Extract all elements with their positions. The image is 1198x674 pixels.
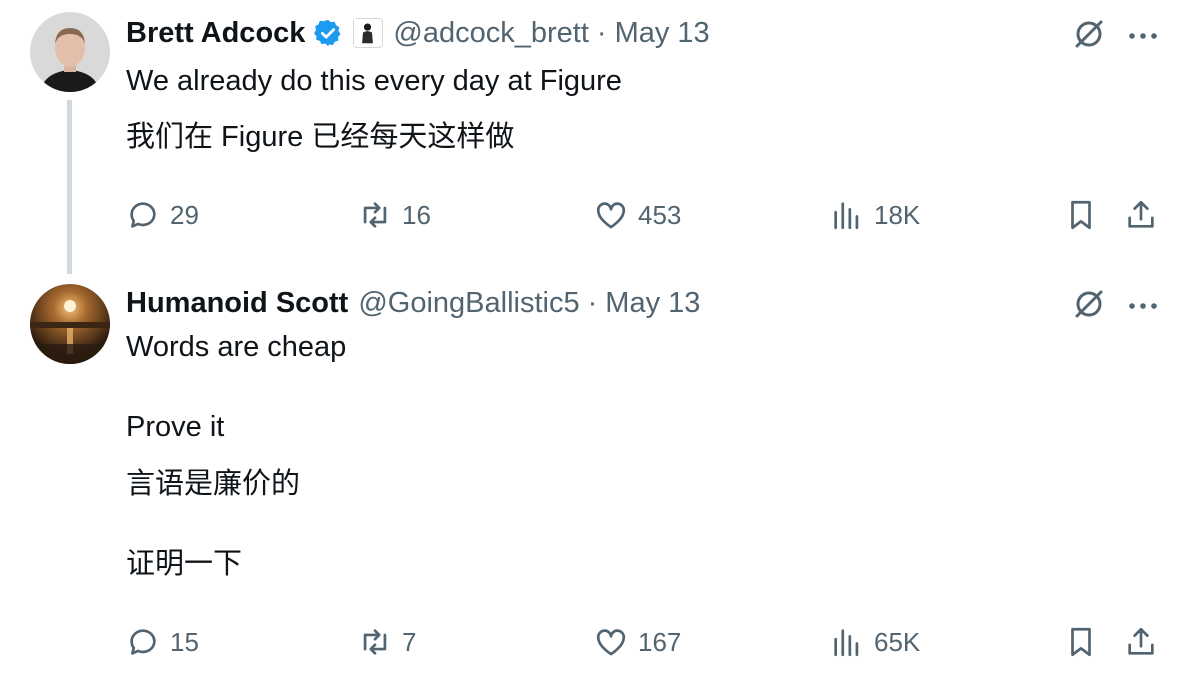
views-button[interactable]: 65K bbox=[830, 625, 920, 659]
bookmark-icon bbox=[1071, 627, 1091, 657]
tweet-header: Humanoid Scott @GoingBallistic5 · May 13 bbox=[126, 283, 700, 323]
tweet-text-line: We already do this every day at Figure bbox=[126, 65, 622, 97]
verified-badge-icon bbox=[313, 18, 343, 48]
tweet-date[interactable]: May 13 bbox=[615, 17, 710, 50]
share-icon bbox=[1128, 627, 1154, 655]
views-icon bbox=[834, 629, 859, 657]
bookmark-button[interactable] bbox=[1064, 625, 1098, 659]
like-icon bbox=[596, 629, 626, 656]
views-icon bbox=[834, 202, 859, 230]
like-icon bbox=[596, 202, 626, 229]
tweet[interactable]: Humanoid Scott @GoingBallistic5 · May 13… bbox=[0, 274, 1198, 674]
like-count: 453 bbox=[638, 199, 682, 230]
repost-button[interactable]: 16 bbox=[358, 198, 431, 232]
affiliate-badge-icon[interactable] bbox=[353, 18, 384, 48]
tweet-top-icons bbox=[1072, 17, 1158, 56]
avatar[interactable] bbox=[30, 12, 110, 92]
share-button[interactable] bbox=[1124, 198, 1158, 232]
like-button[interactable]: 453 bbox=[594, 198, 681, 232]
separator-dot: · bbox=[596, 16, 607, 49]
tweet-top-icons bbox=[1072, 287, 1158, 326]
avatar[interactable] bbox=[30, 284, 110, 364]
tweet-text-line: Prove it bbox=[126, 411, 225, 443]
author-name[interactable]: Humanoid Scott bbox=[126, 287, 348, 320]
tweet-text-line: 证明一下 bbox=[126, 548, 243, 580]
bookmark-button[interactable] bbox=[1064, 198, 1098, 232]
more-icon[interactable] bbox=[1128, 298, 1158, 316]
like-button[interactable]: 167 bbox=[594, 625, 681, 659]
reply-count: 15 bbox=[170, 626, 199, 657]
reply-button[interactable]: 15 bbox=[126, 625, 199, 659]
tweet-actions: 15 7 167 65K bbox=[126, 625, 1166, 665]
repost-button[interactable]: 7 bbox=[358, 625, 416, 659]
more-icon[interactable] bbox=[1128, 28, 1158, 46]
share-icon bbox=[1128, 200, 1154, 228]
repost-count: 7 bbox=[402, 626, 417, 657]
tweet-actions: 29 16 453 18K bbox=[126, 198, 1166, 238]
reply-button[interactable]: 29 bbox=[126, 198, 199, 232]
author-handle[interactable]: @GoingBallistic5 bbox=[358, 287, 579, 320]
like-count: 167 bbox=[638, 626, 682, 657]
tweet-date[interactable]: May 13 bbox=[605, 287, 700, 320]
tweet-header: Brett Adcock @adcock_brett · May 13 bbox=[126, 13, 710, 53]
tweet-text-line: 言语是廉价的 bbox=[126, 468, 301, 500]
thread-line bbox=[67, 100, 72, 274]
views-count: 18K bbox=[874, 199, 921, 230]
tweet-text-line: 我们在 Figure 已经每天这样做 bbox=[126, 121, 515, 153]
grok-icon[interactable] bbox=[1072, 287, 1106, 326]
tweet[interactable]: Brett Adcock @adcock_brett · May 13 We a… bbox=[0, 0, 1198, 274]
avatar-image bbox=[30, 12, 110, 92]
repost-icon bbox=[363, 629, 387, 655]
share-button[interactable] bbox=[1124, 625, 1158, 659]
reply-icon bbox=[130, 629, 156, 655]
repost-icon bbox=[363, 202, 387, 228]
avatar-image bbox=[30, 284, 110, 364]
bookmark-icon bbox=[1071, 200, 1091, 230]
author-handle[interactable]: @adcock_brett bbox=[393, 17, 588, 50]
author-name[interactable]: Brett Adcock bbox=[126, 17, 305, 50]
views-count: 65K bbox=[874, 626, 921, 657]
reply-icon bbox=[130, 202, 156, 228]
tweet-text-line: Words are cheap bbox=[126, 331, 347, 363]
reply-count: 29 bbox=[170, 199, 199, 230]
separator-dot: · bbox=[587, 286, 598, 319]
repost-count: 16 bbox=[402, 199, 431, 230]
views-button[interactable]: 18K bbox=[830, 198, 920, 232]
grok-icon[interactable] bbox=[1072, 17, 1106, 56]
